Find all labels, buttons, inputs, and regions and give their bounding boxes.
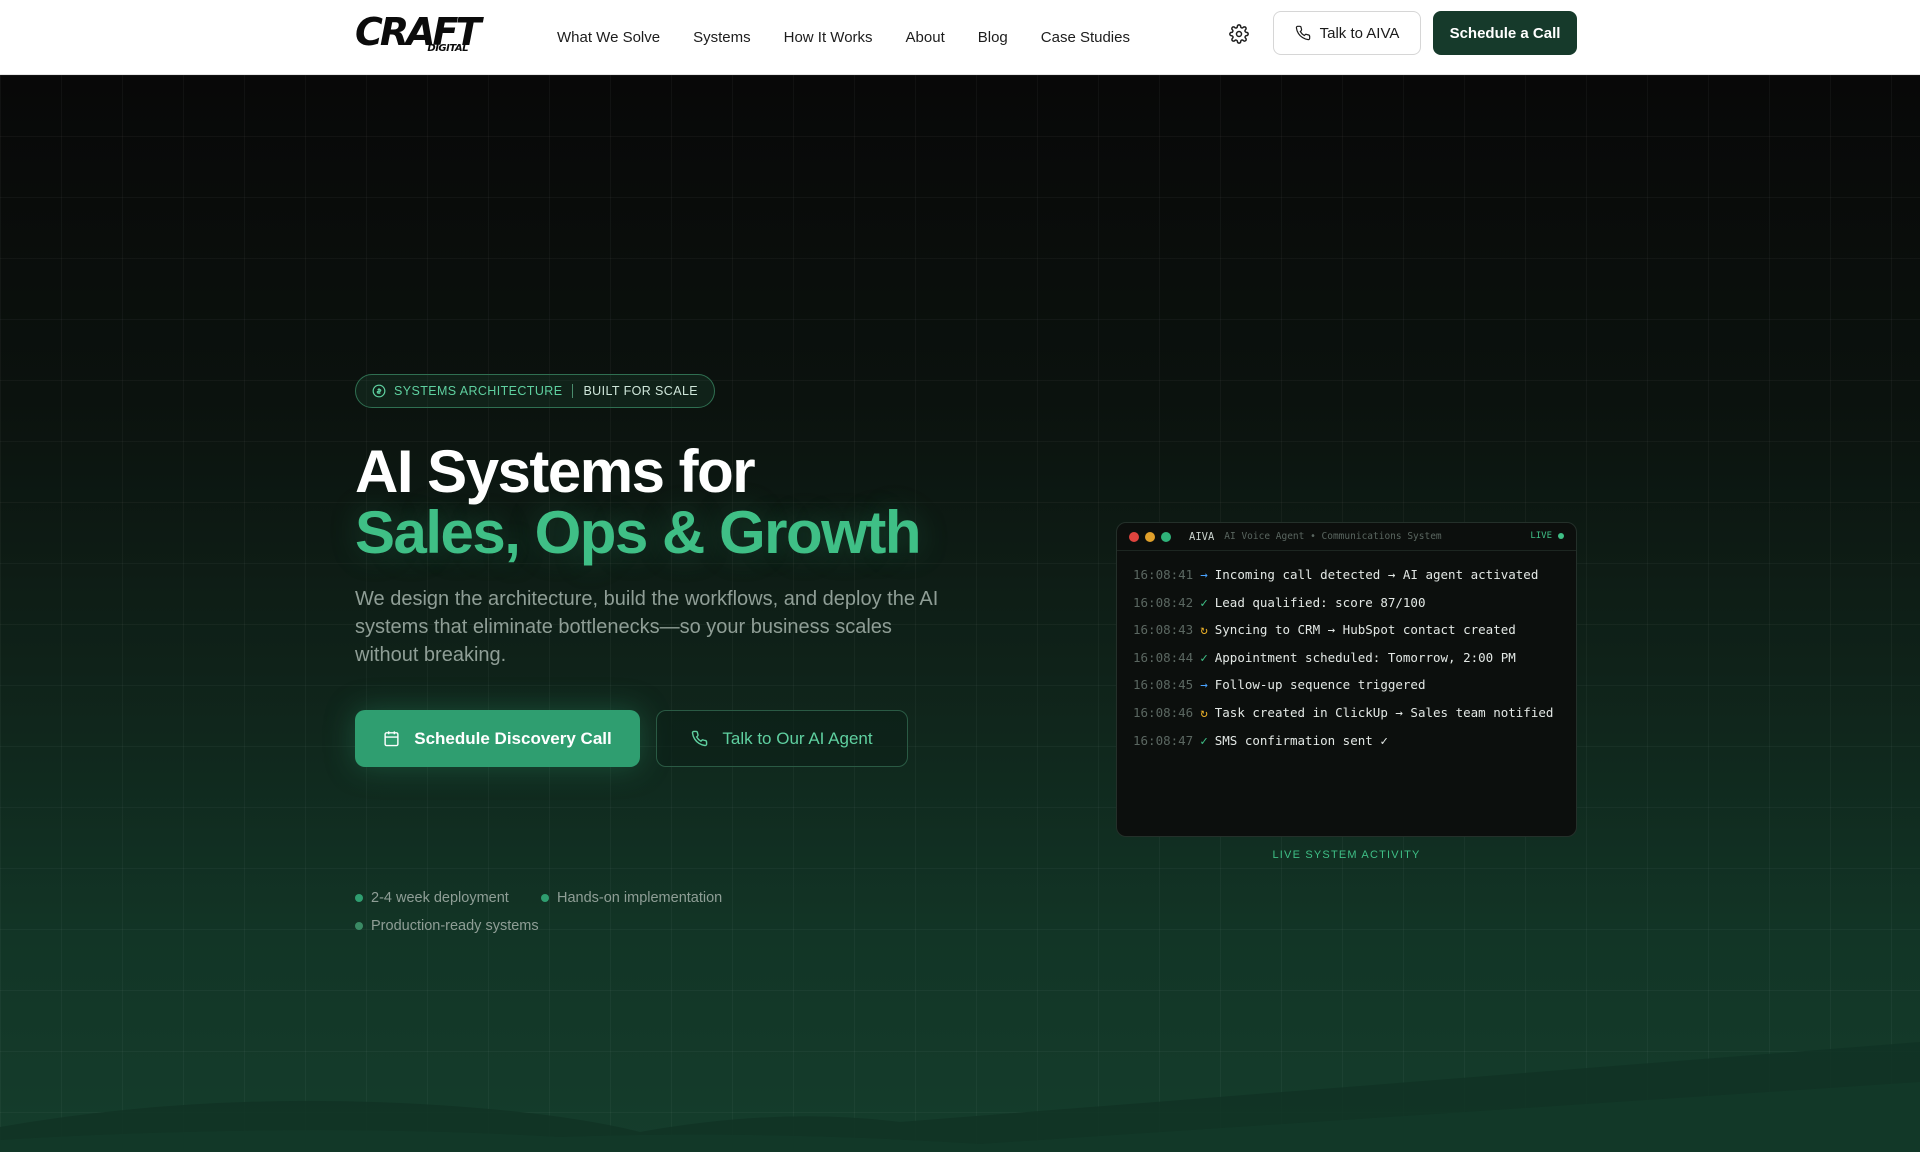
nav-blog[interactable]: Blog bbox=[978, 29, 1008, 46]
log-timestamp: 16:08:44 bbox=[1133, 649, 1194, 665]
terminal-caption: LIVE SYSTEM ACTIVITY bbox=[1272, 849, 1421, 861]
feature-label: Production-ready systems bbox=[371, 918, 539, 934]
feature-dot bbox=[355, 894, 363, 902]
minimize-dot-icon bbox=[1145, 531, 1155, 542]
live-label: LIVE bbox=[1530, 531, 1552, 541]
close-dot-icon bbox=[1129, 531, 1139, 542]
terminal-titlebar: AIVA AI Voice Agent • Communications Sys… bbox=[1117, 523, 1576, 551]
log-timestamp: 16:08:42 bbox=[1133, 594, 1194, 610]
log-line: 16:08:41 → Incoming call detected → AI age… bbox=[1133, 561, 1560, 589]
feature-dot bbox=[541, 894, 549, 902]
hero-section bbox=[0, 75, 1920, 1152]
log-line: 16:08:47 ✓ SMS confirmation sent ✓ bbox=[1133, 727, 1560, 755]
log-message: Follow-up sequence triggered bbox=[1214, 677, 1426, 693]
logo-subtext: DIGITAL bbox=[427, 43, 468, 54]
log-status-icon: ↻ bbox=[1200, 704, 1208, 720]
gear-icon[interactable] bbox=[1229, 24, 1249, 44]
log-status-icon: ✓ bbox=[1200, 649, 1208, 665]
nav-what-we-solve[interactable]: What We Solve bbox=[557, 29, 660, 46]
schedule-call-button[interactable]: Schedule a Call bbox=[1433, 11, 1577, 55]
log-status-icon: → bbox=[1200, 567, 1208, 582]
log-message: Incoming call detected → AI agent activa… bbox=[1214, 567, 1539, 582]
feature-item: 2-4 week deployment bbox=[355, 890, 509, 906]
feature-item: Hands-on implementation bbox=[541, 890, 722, 906]
log-message: SMS confirmation sent ✓ bbox=[1214, 732, 1388, 748]
talk-to-ai-agent-button[interactable]: Talk to Our AI Agent bbox=[656, 710, 908, 767]
log-line: 16:08:43 ↻ Syncing to CRM → HubSpot contac… bbox=[1133, 616, 1560, 644]
live-dot-icon bbox=[1558, 533, 1564, 539]
terminal-title: AIVA bbox=[1189, 530, 1215, 543]
feature-item: Production-ready systems bbox=[355, 918, 539, 934]
craft-digital-logo[interactable]: CRAFT DIGITAL bbox=[355, 10, 481, 56]
feature-label: 2-4 week deployment bbox=[371, 890, 509, 906]
background-grid bbox=[0, 75, 1920, 1152]
site-header: CRAFT DIGITAL What We Solve Systems How … bbox=[0, 0, 1920, 75]
live-activity-terminal: AIVA AI Voice Agent • Communications Sys… bbox=[1116, 522, 1577, 837]
phone-icon bbox=[1295, 25, 1310, 41]
nav-systems[interactable]: Systems bbox=[693, 29, 751, 46]
log-line: 16:08:44 ✓ Appointment scheduled: Tomorrow… bbox=[1133, 644, 1560, 672]
terminal-log-list: 16:08:41 → Incoming call detected → AI age… bbox=[1117, 551, 1576, 764]
badge-primary: SYSTEMS ARCHITECTURE bbox=[394, 384, 563, 398]
main-nav: What We Solve Systems How It Works About… bbox=[557, 0, 1130, 75]
log-message: Task created in ClickUp → Sales team not… bbox=[1214, 704, 1554, 720]
log-line: 16:08:46 ↻ Task created in ClickUp → Sales… bbox=[1133, 699, 1560, 727]
schedule-discovery-call-label: Schedule Discovery Call bbox=[414, 728, 612, 748]
talk-to-aiva-label: Talk to AIVA bbox=[1319, 24, 1400, 42]
log-line: 16:08:42 ✓ Lead qualified: score 87/100 bbox=[1133, 589, 1560, 617]
log-status-icon: ↻ bbox=[1200, 622, 1208, 638]
nav-how-it-works[interactable]: How It Works bbox=[784, 29, 873, 46]
phone-icon bbox=[692, 730, 708, 747]
terminal-subtitle: AI Voice Agent • Communications System bbox=[1224, 531, 1442, 542]
log-timestamp: 16:08:45 bbox=[1133, 677, 1194, 693]
log-message: Appointment scheduled: Tomorrow, 2:00 PM bbox=[1214, 649, 1516, 665]
log-timestamp: 16:08:46 bbox=[1133, 704, 1194, 720]
nav-case-studies[interactable]: Case Studies bbox=[1041, 29, 1130, 46]
log-status-icon: ✓ bbox=[1200, 732, 1208, 748]
talk-to-ai-agent-label: Talk to Our AI Agent bbox=[722, 728, 873, 748]
background-hills bbox=[0, 1042, 1920, 1152]
hero-title-line2: Sales, Ops & Growth bbox=[355, 499, 921, 566]
shield-icon bbox=[372, 384, 386, 398]
talk-to-aiva-button[interactable]: Talk to AIVA bbox=[1273, 11, 1421, 55]
hero-subtitle: We design the architecture, build the wo… bbox=[355, 588, 939, 666]
badge-divider bbox=[572, 384, 574, 398]
log-status-icon: ✓ bbox=[1200, 594, 1208, 610]
feature-label: Hands-on implementation bbox=[557, 890, 723, 906]
badge-secondary: BUILT FOR SCALE bbox=[583, 384, 699, 398]
feature-dot bbox=[355, 922, 363, 930]
schedule-discovery-call-button[interactable]: Schedule Discovery Call bbox=[355, 710, 640, 767]
live-indicator: LIVE bbox=[1530, 531, 1564, 541]
log-status-icon: → bbox=[1200, 677, 1208, 693]
calendar-icon bbox=[384, 731, 399, 747]
log-timestamp: 16:08:41 bbox=[1133, 567, 1194, 582]
log-message: Lead qualified: score 87/100 bbox=[1214, 594, 1426, 610]
hero-badge: SYSTEMS ARCHITECTURE BUILT FOR SCALE bbox=[355, 374, 716, 408]
nav-about[interactable]: About bbox=[906, 29, 945, 46]
log-message: Syncing to CRM → HubSpot contact created bbox=[1214, 622, 1516, 638]
maximize-dot-icon bbox=[1161, 531, 1171, 542]
log-line: 16:08:45 → Follow-up sequence triggered bbox=[1133, 671, 1560, 699]
log-timestamp: 16:08:47 bbox=[1133, 732, 1194, 748]
log-timestamp: 16:08:43 bbox=[1133, 622, 1194, 638]
